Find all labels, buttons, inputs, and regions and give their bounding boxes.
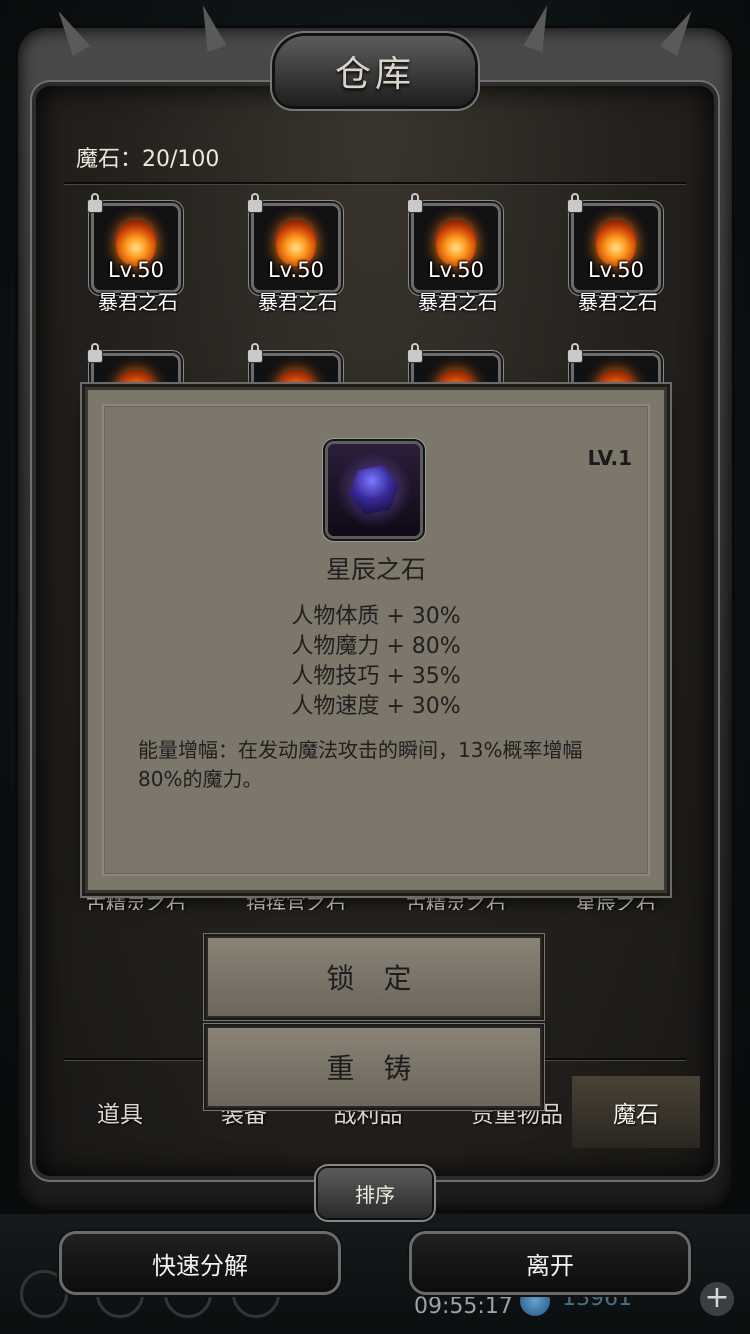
item-name: 古精灵之石 [86, 892, 186, 910]
lock-icon [248, 343, 262, 362]
item-level: Lv.50 [428, 258, 484, 282]
lock-icon [88, 193, 102, 212]
stat-line: 人物体质 + 30% [291, 604, 461, 629]
item-level: LV.1 [587, 446, 632, 470]
add-currency-button[interactable]: + [700, 1282, 734, 1316]
lock-icon [568, 193, 582, 212]
item-name: 暴君之石 [258, 290, 338, 314]
item-name: 古精灵之石 [406, 892, 506, 910]
stat-line: 人物技巧 + 35% [291, 664, 461, 689]
item-name: 暴君之石 [578, 290, 658, 314]
item-name: 星辰之石 [325, 555, 426, 584]
stat-line: 人物速度 + 30% [291, 694, 461, 719]
lock-icon [408, 343, 422, 362]
item-description: 能量增幅：在发动魔法攻击的瞬间，13%概率增幅80%的魔力。 [138, 738, 583, 791]
item-name: 暴君之石 [98, 290, 178, 314]
reforge-button[interactable]: 重 铸 [208, 1028, 540, 1106]
tab-items[interactable]: 道具 [56, 1076, 184, 1148]
lock-icon [408, 193, 422, 212]
tab-magic-stones[interactable]: 魔石 [572, 1076, 700, 1148]
lock-icon [248, 193, 262, 212]
stat-line: 人物魔力 + 80% [291, 634, 461, 659]
gear-icon [20, 1270, 68, 1318]
magic-stone-counter: 魔石：20/100 [76, 147, 220, 172]
lock-icon [568, 343, 582, 362]
star-stone-icon [328, 444, 420, 536]
item-name: 星辰之石 [576, 892, 656, 910]
item-level: Lv.50 [108, 258, 164, 282]
lock-icon [88, 343, 102, 362]
divider [64, 182, 686, 184]
item-name: 指挥官之石 [246, 892, 346, 910]
sort-button[interactable]: 排序 [318, 1168, 432, 1218]
item-level: Lv.50 [588, 258, 644, 282]
page-title: 仓库 [334, 54, 415, 95]
stat-list: 人物体质 + 30% 人物魔力 + 80% 人物技巧 + 35% 人物速度 + … [88, 602, 664, 722]
title-plate: 仓库 [275, 36, 475, 106]
item-name: 暴君之石 [418, 290, 498, 314]
clock: 09:55:17 [414, 1294, 513, 1319]
item-level: Lv.50 [268, 258, 324, 282]
item-detail-popup: LV.1 星辰之石 人物体质 + 30% 人物魔力 + 80% 人物技巧 + 3… [88, 390, 664, 890]
quick-decompose-button[interactable]: 快速分解 [62, 1234, 338, 1292]
leave-button[interactable]: 离开 [412, 1234, 688, 1292]
lock-button[interactable]: 锁 定 [208, 938, 540, 1016]
